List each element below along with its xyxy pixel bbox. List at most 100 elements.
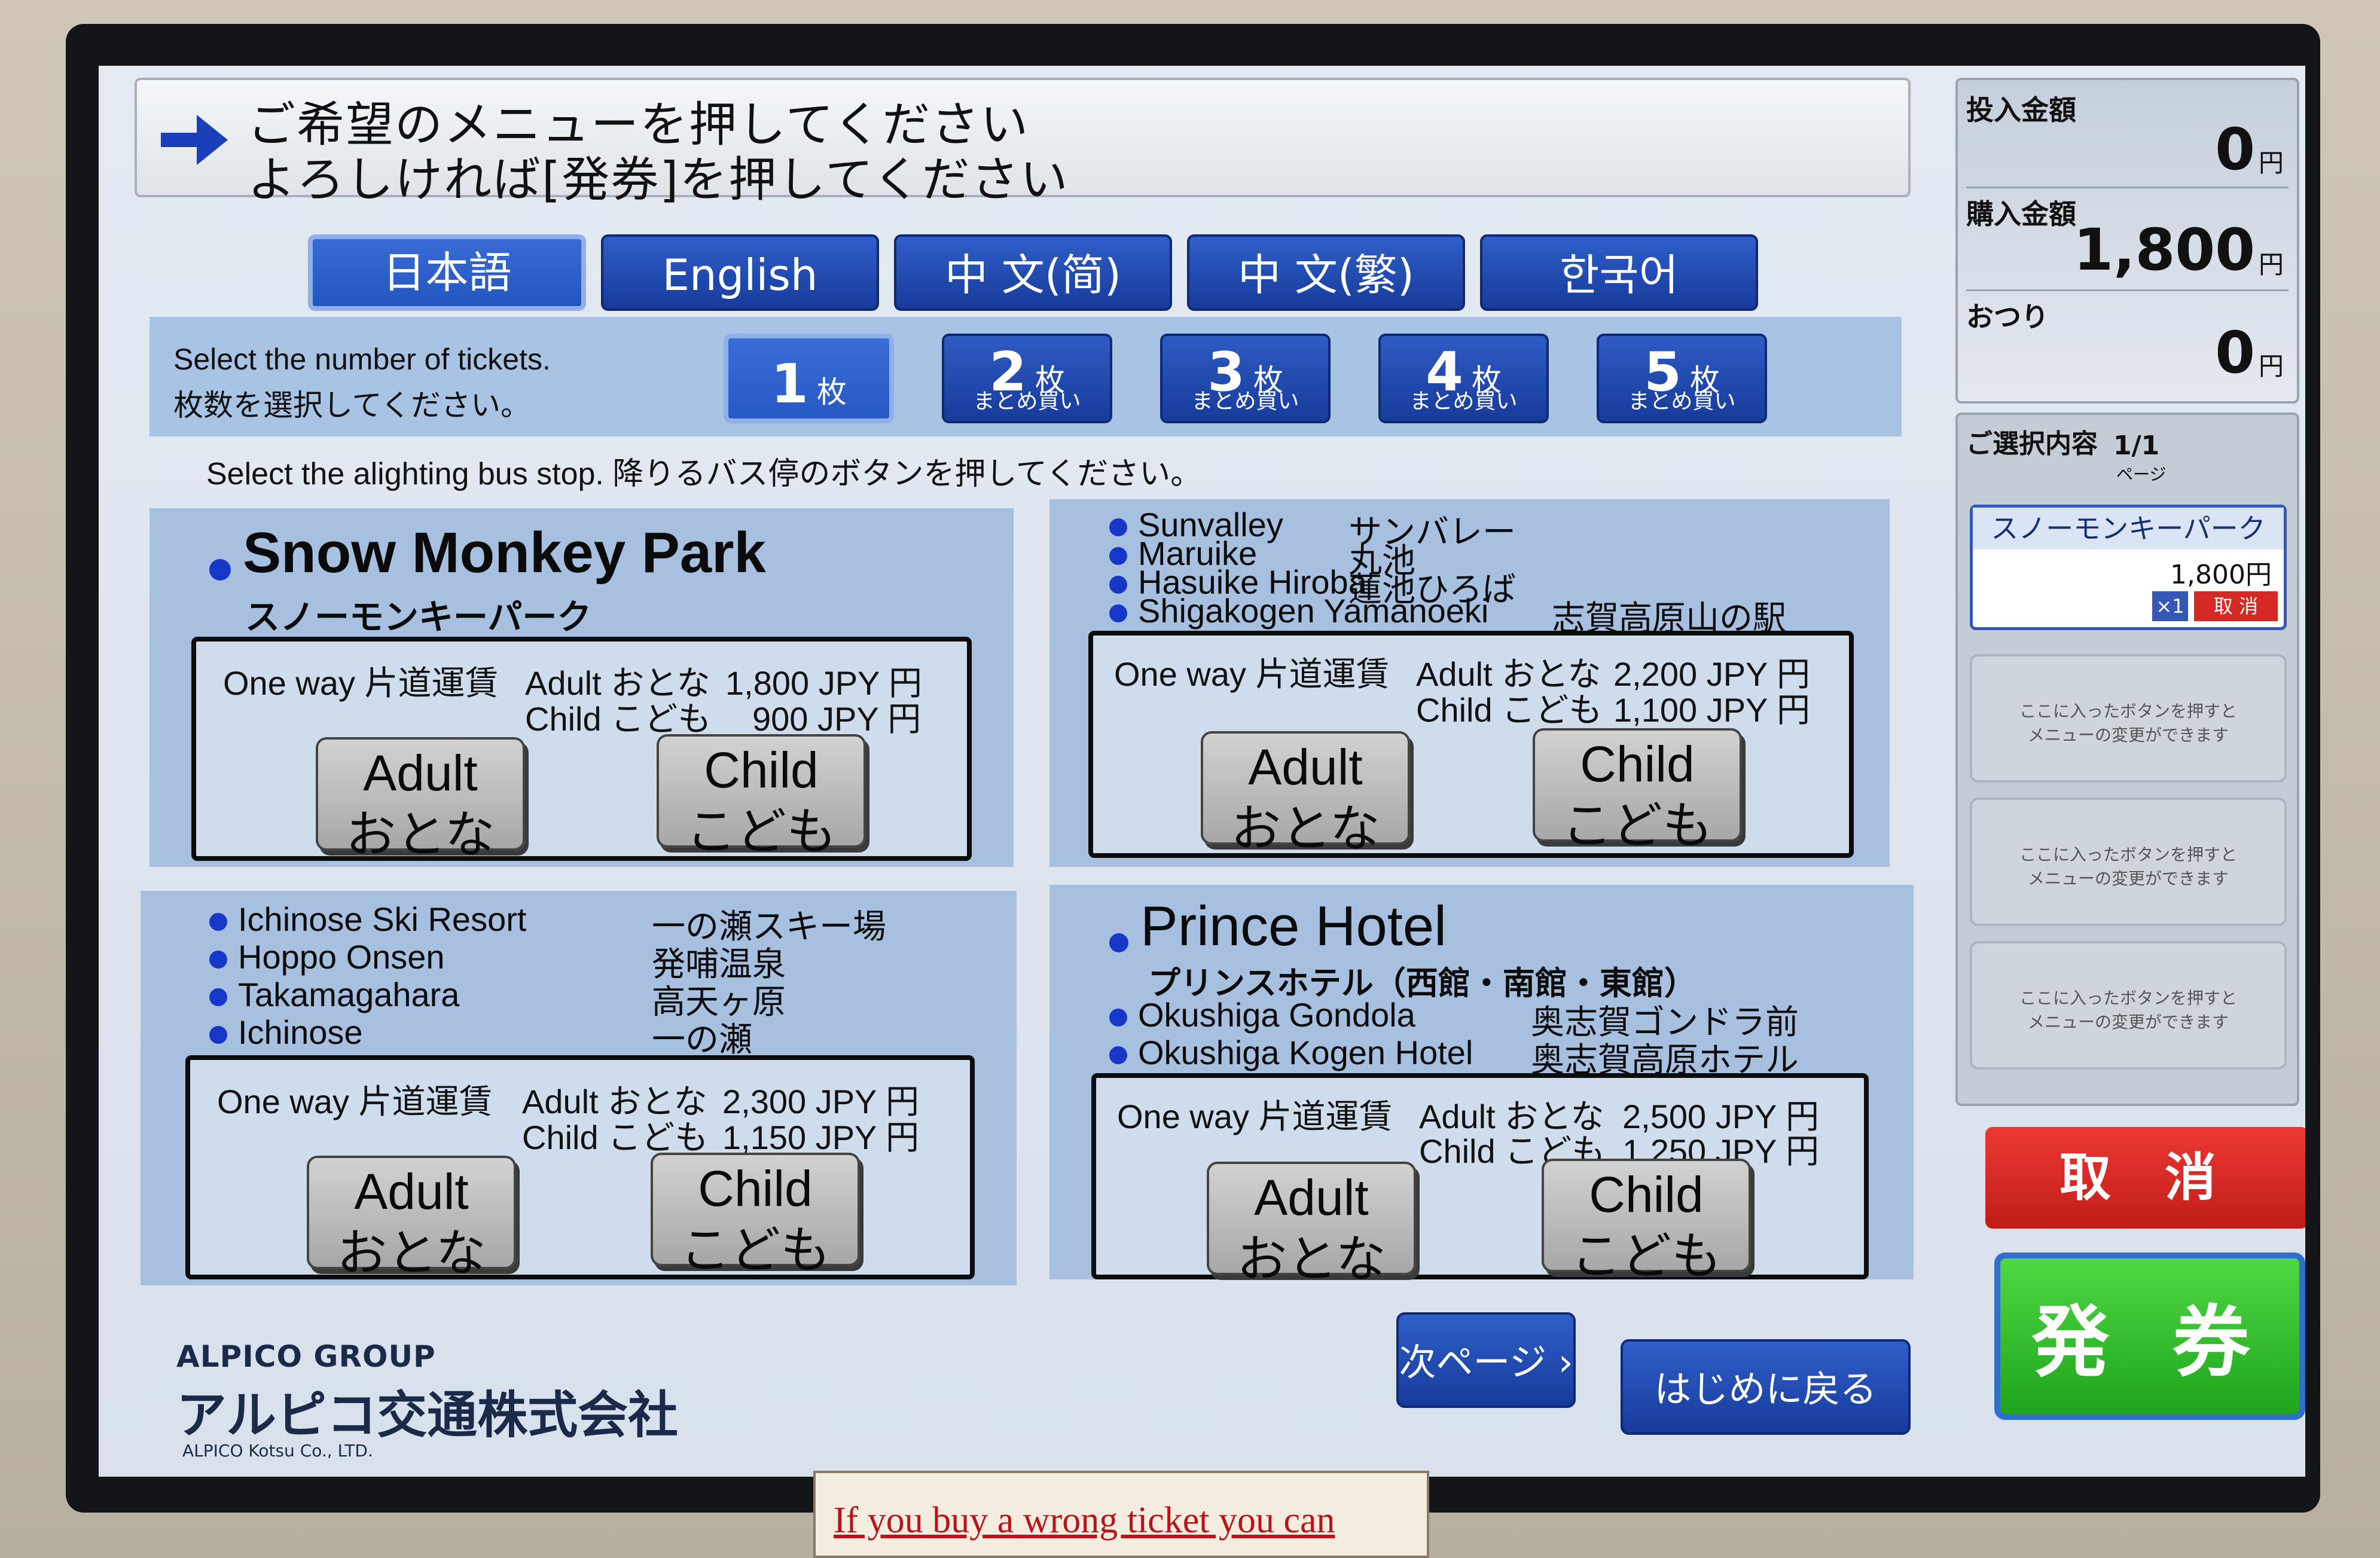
stop-en: Okushiga Gondola <box>1138 996 1415 1034</box>
bulk-label: まとめ買い <box>1628 389 1736 414</box>
selected-item-card[interactable]: スノーモンキーパーク 1,800円 ×1 取 消 <box>1970 505 2287 630</box>
stop-row: Shigakogen Yamanoeki <box>1109 591 1488 630</box>
bullet-icon <box>1109 933 1128 952</box>
empty-selection-slot[interactable]: ここに入ったボタンを押すと メニューの変更ができます <box>1970 941 2287 1070</box>
stop-en: Hoppo Onsen <box>238 938 445 976</box>
bullet-icon <box>209 951 227 969</box>
stop-row: Ichinose <box>209 1013 363 1052</box>
kiosk-screen: ご希望のメニューを押してください よろしければ[発券]を押してください 日本語 … <box>99 66 2305 1477</box>
slot-hint-line1: ここに入ったボタンを押すと <box>2019 845 2237 864</box>
money-display: 投入金額 0 円 購入金額 1,800 円 おつり 0 円 <box>1955 78 2299 404</box>
child-button-label: Child <box>698 1160 813 1217</box>
adult-button-label-ja: おとな <box>1237 1231 1386 1287</box>
ticket-count-unit: 枚 <box>816 375 847 410</box>
slot-hint-line2: メニューの変更ができます <box>2027 869 2229 888</box>
panel-title-row: Prince Hotel <box>1109 894 1447 958</box>
tab-language-japanese[interactable]: 日本語 <box>308 234 586 311</box>
adult-button-label-ja: おとな <box>346 807 495 863</box>
stop-ja: 一の瀬 <box>652 1021 752 1058</box>
child-button-label-ja: こども <box>1570 1228 1722 1284</box>
selection-page-label: ページ <box>2116 465 2167 484</box>
adult-button-label-ja: おとな <box>1231 801 1380 857</box>
adult-ticket-button-prince-hotel[interactable]: Adult おとな <box>1207 1162 1416 1287</box>
slot-hint-line2: メニューの変更ができます <box>2027 725 2229 745</box>
snow-monkey-title: Snow Monkey Park <box>243 521 766 585</box>
adult-button-label: Adult <box>354 1163 469 1220</box>
tab-language-chinese-traditional[interactable]: 中 文(繁) <box>1187 234 1465 311</box>
bullet-icon <box>209 558 231 581</box>
tab-language-english[interactable]: English <box>601 234 879 311</box>
bullet-icon <box>209 1026 227 1044</box>
child-button-label-ja: こども <box>685 804 837 860</box>
cancel-button[interactable]: 取 消 <box>1985 1127 2305 1229</box>
adult-ticket-button-sunvalley[interactable]: Adult おとな <box>1201 731 1410 857</box>
stop-en: Ichinose Ski Resort <box>238 900 527 938</box>
snow-monkey-title-ja: スノーモンキーパーク <box>245 598 592 637</box>
ticket-count-prompt-en: Select the number of tickets. <box>173 343 551 376</box>
child-label: Child こども <box>525 700 712 738</box>
notice-text: If you buy a wrong ticket you can <box>834 1500 1335 1541</box>
stop-row: Hoppo Onsen <box>209 937 445 976</box>
selection-area: ご選択内容 1/1 ページ スノーモンキーパーク 1,800円 ×1 取 消 こ… <box>1955 413 2299 1106</box>
change-value: 0 <box>2215 319 2255 386</box>
adult-ticket-button-ichinose[interactable]: Adult おとな <box>307 1156 516 1281</box>
empty-selection-slot[interactable]: ここに入ったボタンを押すと メニューの変更ができます <box>1970 654 2287 783</box>
back-to-start-button[interactable]: はじめに戻る <box>1621 1339 1911 1435</box>
adult-ticket-button-snow-monkey[interactable]: Adult おとな <box>316 737 525 863</box>
one-way-label: One way 片道運賃 <box>223 664 499 702</box>
child-button-label: Child <box>1580 736 1695 792</box>
yen-unit: 円 <box>2258 250 2284 279</box>
child-label: Child こども <box>1416 691 1603 729</box>
selected-item-quantity: ×1 <box>2152 591 2188 621</box>
fare-box-prince-hotel: One way 片道運賃 Adult おとな 2,500 JPY 円 Child… <box>1091 1073 1869 1287</box>
company-logo-group: ALPICO GROUP <box>176 1339 436 1374</box>
child-ticket-button-ichinose[interactable]: Child こども <box>651 1153 860 1278</box>
purchase-amount-value: 1,800 <box>2073 216 2255 283</box>
divider <box>1966 187 2289 188</box>
ticket-count-5-button[interactable]: 5枚 まとめ買い <box>1597 334 1767 423</box>
divider <box>1966 289 2289 291</box>
ticket-count-3-button[interactable]: 3枚 まとめ買い <box>1160 334 1331 423</box>
child-ticket-button-sunvalley[interactable]: Child こども <box>1533 728 1742 854</box>
tab-language-chinese-simplified[interactable]: 中 文(简) <box>894 234 1172 311</box>
stop-row: Ichinose Ski Resort <box>209 900 526 939</box>
bulk-label: まとめ買い <box>1191 389 1299 414</box>
ticket-count-2-button[interactable]: 2枚 まとめ買い <box>942 334 1112 423</box>
prince-hotel-title: Prince Hotel <box>1140 894 1447 957</box>
panel-snow-monkey-park: Snow Monkey Park スノーモンキーパーク One way 片道運賃… <box>149 508 1014 867</box>
ticket-count-prompt-ja: 枚数を選択してください。 <box>173 389 530 422</box>
child-fare: 1,100 JPY 円 <box>1613 691 1810 729</box>
issue-ticket-button[interactable]: 発 券 <box>1994 1252 2305 1420</box>
purchase-amount-label: 購入金額 <box>1966 198 2076 230</box>
child-fare: 1,150 JPY 円 <box>722 1119 919 1156</box>
child-fare: 900 JPY 円 <box>752 700 922 738</box>
fare-box-sunvalley: One way 片道運賃 Adult おとな 2,200 JPY 円 Child… <box>1088 631 1854 858</box>
one-way-label: One way 片道運賃 <box>217 1083 493 1120</box>
child-ticket-button-prince-hotel[interactable]: Child こども <box>1542 1159 1751 1284</box>
slot-hint-line1: ここに入ったボタンを押すと <box>2019 988 2237 1008</box>
bullet-icon <box>1109 1046 1127 1065</box>
panel-prince-hotel: Prince Hotel プリンスホテル（西館・南館・東館） Okushiga … <box>1049 885 1914 1287</box>
child-button-label-ja: こども <box>1561 798 1713 854</box>
child-label: Child こども <box>522 1119 709 1156</box>
one-way-label: One way 片道運賃 <box>1114 655 1390 693</box>
ticket-count-4-button[interactable]: 4枚 まとめ買い <box>1378 334 1549 423</box>
next-page-button[interactable]: 次ページ › <box>1396 1312 1576 1408</box>
stop-en: Ichinose <box>238 1013 363 1051</box>
bullet-icon <box>209 988 227 1007</box>
adult-button-label-ja: おとな <box>337 1225 486 1281</box>
fare-box-ichinose: One way 片道運賃 Adult おとな 2,300 JPY 円 Child… <box>185 1055 975 1281</box>
bullet-icon <box>209 913 227 931</box>
company-name-en: ALPICO Kotsu Co., LTD. <box>182 1441 373 1461</box>
inserted-amount-label: 投入金額 <box>1966 94 2076 126</box>
tab-language-korean[interactable]: 한국어 <box>1480 234 1758 311</box>
instruction-banner: ご希望のメニューを押してください よろしければ[発券]を押してください <box>135 78 1911 207</box>
bulk-label: まとめ買い <box>1409 389 1518 414</box>
change-label: おつり <box>1966 301 2049 333</box>
ticket-count-1-number: 1 <box>771 353 808 416</box>
child-ticket-button-snow-monkey[interactable]: Child こども <box>657 734 866 860</box>
empty-selection-slot[interactable]: ここに入ったボタンを押すと メニューの変更ができます <box>1970 798 2287 926</box>
ticket-count-1-button[interactable]: 1枚 <box>724 334 894 423</box>
panel-sunvalley: Sunvalley サンバレー Maruike 丸池 Hasuike Hirob… <box>1049 499 1890 867</box>
selected-item-cancel-button[interactable]: 取 消 <box>2194 591 2278 621</box>
